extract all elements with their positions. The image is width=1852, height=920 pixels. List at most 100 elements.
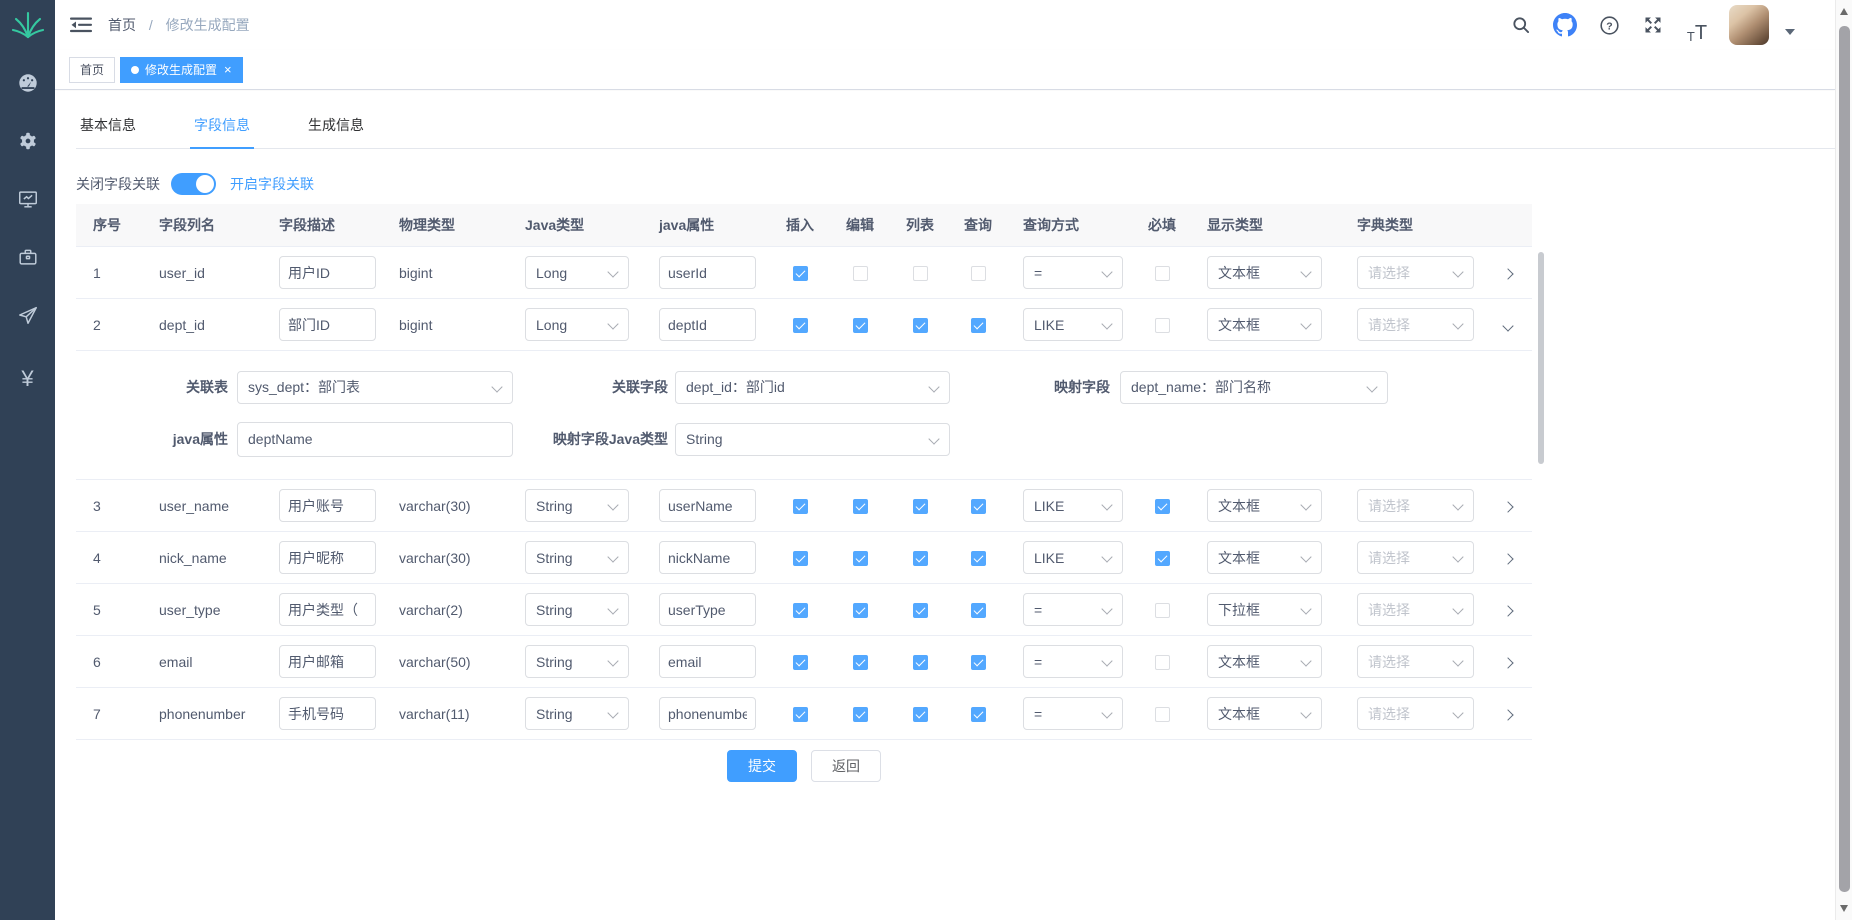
expand-row-icon[interactable] <box>1502 657 1513 668</box>
display-type-select[interactable]: 文本框 <box>1207 697 1322 730</box>
insert-checkbox[interactable] <box>793 655 808 670</box>
list-checkbox[interactable] <box>913 603 928 618</box>
java-type-select[interactable]: Long <box>525 256 629 289</box>
caret-down-icon[interactable] <box>1785 29 1795 35</box>
sidebar-item-monitor[interactable] <box>0 170 55 228</box>
expand-row-icon[interactable] <box>1502 553 1513 564</box>
search-icon[interactable] <box>1503 7 1539 43</box>
list-checkbox[interactable] <box>913 499 928 514</box>
mapping-java-attr-input[interactable] <box>237 422 513 457</box>
list-checkbox[interactable] <box>913 707 928 722</box>
expand-row-icon[interactable] <box>1502 709 1513 720</box>
java-attr-input[interactable] <box>659 541 756 574</box>
sidebar-item-dashboard[interactable] <box>0 54 55 112</box>
scroll-up-arrow-icon[interactable] <box>1840 8 1848 15</box>
list-checkbox[interactable] <box>913 551 928 566</box>
table-scrollbar-thumb[interactable] <box>1538 252 1544 464</box>
scroll-down-arrow-icon[interactable] <box>1840 905 1848 912</box>
tab-gen-info[interactable]: 生成信息 <box>304 105 368 148</box>
java-type-select[interactable]: String <box>525 541 629 574</box>
java-attr-input[interactable] <box>659 645 756 678</box>
query-checkbox[interactable] <box>971 603 986 618</box>
dict-type-select[interactable]: 请选择 <box>1357 593 1474 626</box>
list-checkbox[interactable] <box>913 655 928 670</box>
java-type-select[interactable]: String <box>525 489 629 522</box>
submit-button[interactable]: 提交 <box>727 750 797 782</box>
page-scrollbar-thumb[interactable] <box>1839 26 1850 892</box>
query-checkbox[interactable] <box>971 655 986 670</box>
dict-type-select[interactable]: 请选择 <box>1357 645 1474 678</box>
sidebar-item-job[interactable] <box>0 286 55 344</box>
insert-checkbox[interactable] <box>793 266 808 281</box>
field-desc-input[interactable] <box>279 645 376 678</box>
display-type-select[interactable]: 文本框 <box>1207 308 1322 341</box>
java-type-select[interactable]: String <box>525 593 629 626</box>
edit-checkbox[interactable] <box>853 603 868 618</box>
edit-checkbox[interactable] <box>853 551 868 566</box>
help-icon[interactable]: ? <box>1591 7 1627 43</box>
query-checkbox[interactable] <box>971 551 986 566</box>
field-desc-input[interactable] <box>279 697 376 730</box>
java-attr-input[interactable] <box>659 308 756 341</box>
back-button[interactable]: 返回 <box>811 750 881 782</box>
query-checkbox[interactable] <box>971 318 986 333</box>
close-icon[interactable]: × <box>224 63 232 76</box>
sidebar-item-tools[interactable] <box>0 228 55 286</box>
query-checkbox[interactable] <box>971 707 986 722</box>
menu-fold-icon[interactable] <box>70 16 92 34</box>
insert-checkbox[interactable] <box>793 318 808 333</box>
query-type-select[interactable]: = <box>1023 697 1123 730</box>
dict-type-select[interactable]: 请选择 <box>1357 697 1474 730</box>
expand-row-icon[interactable] <box>1502 501 1513 512</box>
query-type-select[interactable]: LIKE <box>1023 308 1123 341</box>
mapping-java-type-select[interactable]: String <box>675 423 950 456</box>
insert-checkbox[interactable] <box>793 707 808 722</box>
java-attr-input[interactable] <box>659 593 756 626</box>
field-desc-input[interactable] <box>279 308 376 341</box>
page-scrollbar[interactable] <box>1835 0 1852 920</box>
display-type-select[interactable]: 文本框 <box>1207 256 1322 289</box>
display-type-select[interactable]: 文本框 <box>1207 541 1322 574</box>
avatar[interactable] <box>1729 5 1769 45</box>
field-relation-switch[interactable] <box>171 173 216 195</box>
sidebar-item-system[interactable] <box>0 112 55 170</box>
tag-current-page[interactable]: 修改生成配置 × <box>120 57 243 83</box>
java-type-select[interactable]: String <box>525 645 629 678</box>
java-attr-input[interactable] <box>659 256 756 289</box>
collapse-row-icon[interactable] <box>1502 320 1513 331</box>
mapping-field-select[interactable]: dept_name：部门名称 <box>1120 371 1388 404</box>
table-scrollbar[interactable] <box>1538 252 1544 667</box>
sidebar-item-finance[interactable]: ¥ <box>0 350 55 408</box>
query-type-select[interactable]: = <box>1023 593 1123 626</box>
field-desc-input[interactable] <box>279 593 376 626</box>
display-type-select[interactable]: 下拉框 <box>1207 593 1322 626</box>
display-type-select[interactable]: 文本框 <box>1207 645 1322 678</box>
required-checkbox[interactable] <box>1155 655 1170 670</box>
field-desc-input[interactable] <box>279 489 376 522</box>
dict-type-select[interactable]: 请选择 <box>1357 489 1474 522</box>
query-type-select[interactable]: LIKE <box>1023 541 1123 574</box>
required-checkbox[interactable] <box>1155 603 1170 618</box>
java-attr-input[interactable] <box>659 697 756 730</box>
tab-basic-info[interactable]: 基本信息 <box>76 105 140 148</box>
query-checkbox[interactable] <box>971 499 986 514</box>
query-type-select[interactable]: = <box>1023 256 1123 289</box>
relation-field-select[interactable]: dept_id：部门id <box>675 371 950 404</box>
query-type-select[interactable]: = <box>1023 645 1123 678</box>
required-checkbox[interactable] <box>1155 318 1170 333</box>
breadcrumb-home[interactable]: 首页 <box>108 17 136 33</box>
required-checkbox[interactable] <box>1155 707 1170 722</box>
font-size-icon[interactable]: TT <box>1679 7 1715 43</box>
insert-checkbox[interactable] <box>793 499 808 514</box>
list-checkbox[interactable] <box>913 318 928 333</box>
java-attr-input[interactable] <box>659 489 756 522</box>
required-checkbox[interactable] <box>1155 499 1170 514</box>
insert-checkbox[interactable] <box>793 603 808 618</box>
query-type-select[interactable]: LIKE <box>1023 489 1123 522</box>
relation-on-label[interactable]: 开启字段关联 <box>230 174 314 194</box>
relation-table-select[interactable]: sys_dept：部门表 <box>237 371 513 404</box>
field-desc-input[interactable] <box>279 256 376 289</box>
dict-type-select[interactable]: 请选择 <box>1357 541 1474 574</box>
expand-row-icon[interactable] <box>1502 268 1513 279</box>
fullscreen-icon[interactable] <box>1635 7 1671 43</box>
